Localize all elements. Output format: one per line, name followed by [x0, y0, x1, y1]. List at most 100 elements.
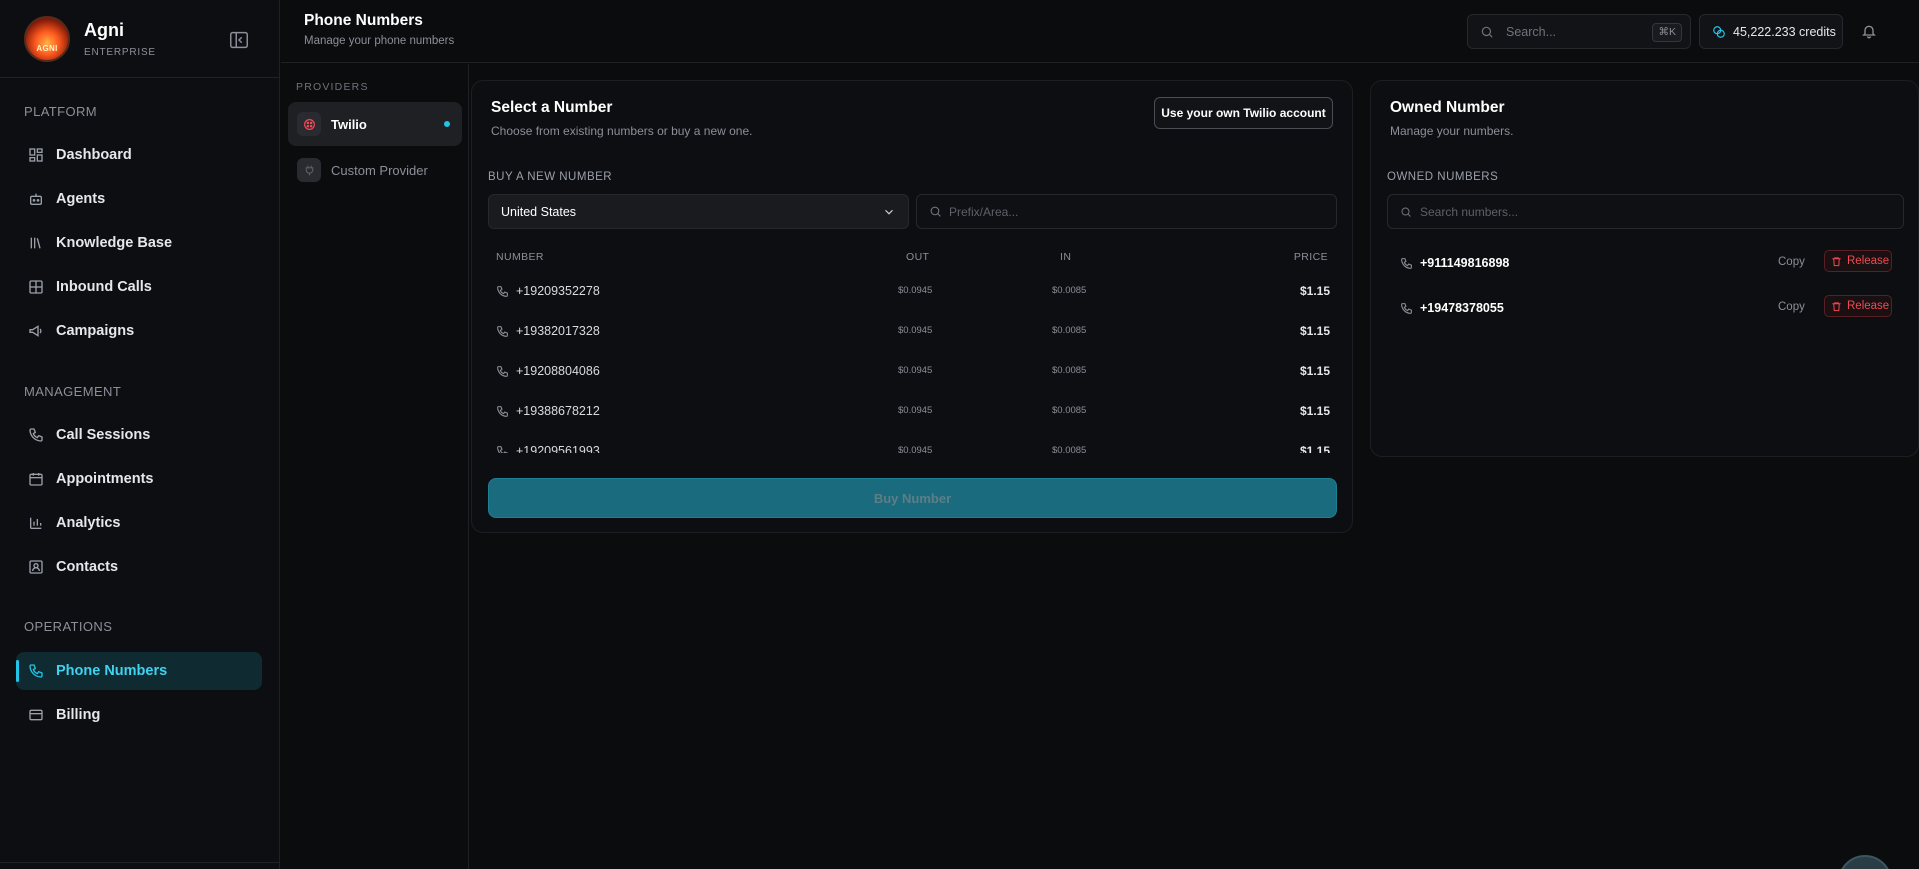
brand-name: Agni: [84, 20, 124, 40]
calendar-icon: [28, 471, 44, 487]
sidebar-item-phone-numbers[interactable]: Phone Numbers: [16, 652, 262, 690]
outbound-rate: $0.0945: [898, 405, 933, 416]
table-row[interactable]: +19208804086 $0.0945 $0.0085 $1.15: [488, 351, 1338, 391]
page-subtitle: Manage your phone numbers: [304, 35, 455, 47]
search-icon: [929, 205, 942, 218]
release-label: Release: [1847, 300, 1890, 312]
number-price: $1.15: [1299, 364, 1330, 378]
provider-label: Custom Provider: [331, 162, 428, 178]
credits-button[interactable]: 45,222.233 credits: [1699, 14, 1843, 49]
sidebar-item-label: Inbound Calls: [56, 279, 152, 295]
search-icon: [1400, 206, 1412, 218]
logo-text: AGNI: [36, 44, 58, 53]
provider-item-custom[interactable]: Custom Provider: [288, 148, 462, 192]
sidebar-item-appointments[interactable]: Appointments: [16, 460, 262, 498]
use-own-twilio-button[interactable]: Use your own Twilio account: [1154, 97, 1333, 129]
sidebar-item-analytics[interactable]: Analytics: [16, 504, 262, 542]
number-price: $1.15: [1299, 284, 1330, 298]
release-button[interactable]: Release: [1824, 250, 1892, 272]
notifications-bell-icon[interactable]: [1861, 23, 1877, 39]
owned-number-card: Owned Number Manage your numbers. OWNED …: [1370, 80, 1919, 457]
search-placeholder: Search...: [1506, 25, 1557, 39]
credit-card-icon: [28, 707, 44, 723]
copy-button[interactable]: Copy: [1778, 256, 1805, 268]
provider-label: Twilio: [331, 116, 367, 132]
owned-phone-number: +911149816898: [1420, 256, 1510, 270]
phone-icon: [496, 445, 509, 453]
phone-icon: [1400, 257, 1413, 270]
release-button[interactable]: Release: [1824, 295, 1892, 317]
number-price: $1.15: [1299, 324, 1330, 338]
copy-button[interactable]: Copy: [1778, 301, 1805, 313]
grid-icon: [28, 279, 44, 295]
release-label: Release: [1847, 255, 1890, 267]
inbound-rate: $0.0085: [1052, 405, 1087, 416]
owned-numbers-search-input[interactable]: Search numbers...: [1387, 194, 1904, 229]
sidebar-item-label: Agents: [56, 191, 106, 207]
table-row[interactable]: +19209561993 $0.0945 $0.0085 $1.15: [488, 431, 1338, 453]
inbound-rate: $0.0085: [1052, 325, 1087, 336]
phone-number: +19209352278: [516, 284, 600, 298]
sidebar-bottom-divider: [0, 862, 280, 863]
contact-icon: [28, 559, 44, 575]
phone-number: +19209561993: [516, 444, 600, 453]
outbound-rate: $0.0945: [898, 285, 933, 296]
brand-tier: ENTERPRISE: [84, 47, 156, 58]
owned-phone-number: +19478378055: [1420, 301, 1504, 315]
dashboard-icon: [28, 147, 44, 163]
trash-icon: [1831, 301, 1842, 312]
prefix-area-input[interactable]: Prefix/Area...: [916, 194, 1337, 229]
owned-number-row: +19478378055 Copy Release: [1387, 289, 1904, 329]
prefix-placeholder: Prefix/Area...: [949, 205, 1019, 219]
sidebar-collapse-icon[interactable]: [228, 29, 250, 51]
column-header-in: IN: [1060, 251, 1072, 263]
sidebar-item-call-sessions[interactable]: Call Sessions: [16, 416, 262, 454]
bar-chart-icon: [28, 515, 44, 531]
table-row[interactable]: +19382017328 $0.0945 $0.0085 $1.15: [488, 311, 1338, 351]
chevron-down-icon: [882, 205, 896, 219]
providers-panel: PROVIDERS Twilio Custom Provider: [281, 64, 469, 869]
plug-icon: [297, 158, 321, 182]
sidebar-item-label: Appointments: [56, 471, 154, 487]
megaphone-icon: [28, 323, 44, 339]
global-search-input[interactable]: Search... ⌘K: [1467, 14, 1691, 49]
brand[interactable]: AGNI Agni ENTERPRISE: [24, 16, 256, 62]
sidebar-item-contacts[interactable]: Contacts: [16, 548, 262, 586]
active-indicator-dot: [444, 121, 450, 127]
sidebar-item-label: Billing: [56, 707, 101, 723]
select-number-title: Select a Number: [491, 99, 613, 116]
search-icon: [1480, 25, 1494, 39]
help-chat-button[interactable]: [1838, 855, 1892, 869]
sidebar-item-dashboard[interactable]: Dashboard: [16, 136, 262, 174]
phone-number: +19208804086: [516, 364, 600, 378]
sidebar-item-label: Phone Numbers: [56, 663, 168, 679]
library-icon: [28, 235, 44, 251]
number-price: $1.15: [1299, 444, 1330, 453]
phone-number: +19388678212: [516, 404, 600, 418]
select-number-card: Select a Number Choose from existing num…: [471, 80, 1353, 533]
provider-item-twilio[interactable]: Twilio: [288, 102, 462, 146]
sidebar-item-campaigns[interactable]: Campaigns: [16, 312, 262, 350]
phone-icon: [28, 427, 44, 443]
section-title-platform: PLATFORM: [24, 104, 98, 119]
column-header-number: NUMBER: [496, 251, 544, 263]
brand-logo: AGNI: [24, 16, 70, 62]
table-row[interactable]: +19209352278 $0.0945 $0.0085 $1.15: [488, 271, 1338, 311]
sidebar-item-agents[interactable]: Agents: [16, 180, 262, 218]
available-numbers-list[interactable]: +19209352278 $0.0945 $0.0085 $1.15 +1938…: [488, 271, 1338, 453]
section-title-operations: OPERATIONS: [24, 619, 113, 634]
inbound-rate: $0.0085: [1052, 445, 1087, 453]
buy-number-button[interactable]: Buy Number: [488, 478, 1337, 518]
sidebar-item-billing[interactable]: Billing: [16, 696, 262, 734]
table-row[interactable]: +19388678212 $0.0945 $0.0085 $1.15: [488, 391, 1338, 431]
sidebar-item-label: Contacts: [56, 559, 119, 575]
inbound-rate: $0.0085: [1052, 365, 1087, 376]
sidebar-item-knowledge-base[interactable]: Knowledge Base: [16, 224, 262, 262]
sidebar-item-label: Analytics: [56, 515, 121, 531]
twilio-icon: [297, 112, 321, 136]
sidebar-item-inbound-calls[interactable]: Inbound Calls: [16, 268, 262, 306]
bot-icon: [28, 191, 44, 207]
country-select[interactable]: United States: [488, 194, 909, 229]
search-shortcut-badge: ⌘K: [1652, 23, 1682, 42]
phone-icon: [496, 405, 509, 418]
